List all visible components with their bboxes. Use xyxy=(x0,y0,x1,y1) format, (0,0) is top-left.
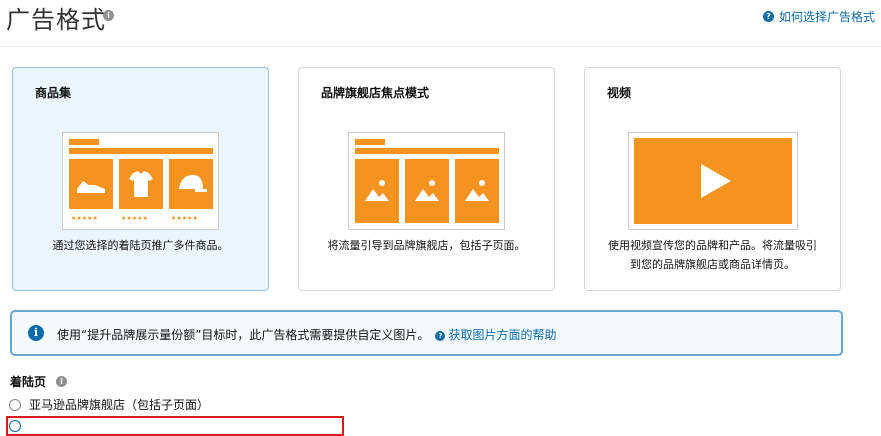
play-icon xyxy=(634,138,792,224)
help-link-text: 如何选择广告格式 xyxy=(778,10,875,24)
rating-stars: ★★★★★ xyxy=(121,215,148,222)
custom-image-notice: i 使用“提升品牌展示量份额”目标时，此广告格式需要提供自定义图片。? 获取图片方… xyxy=(10,310,843,356)
image-help-link[interactable]: 获取图片方面的帮助 xyxy=(448,328,556,342)
page-header: 广告格式 i ? 如何选择广告格式 xyxy=(0,0,881,47)
radio-button[interactable] xyxy=(9,420,21,432)
shirt-icon xyxy=(119,159,163,209)
format-card-description: 通过您选择的着陆页推广多件商品。 xyxy=(52,239,229,252)
format-card-video[interactable]: 视频 使用视频宣传您的品牌和产品。将流量吸引 到您的品牌旗舰店或商品详情页。 xyxy=(584,67,841,291)
rating-stars: ★★★★★ xyxy=(71,215,98,222)
radio-button[interactable] xyxy=(9,398,21,411)
format-card-product-collection[interactable]: 商品集 ★★★★★ ★★★★★ ★★★★★ 通过您选择的着陆页推广多件商品。 xyxy=(12,67,269,291)
page-title: 广告格式 xyxy=(6,6,106,34)
help-icon: ? xyxy=(762,11,774,22)
landing-page-label: 着陆页 xyxy=(10,375,47,389)
image-placeholder-icon xyxy=(355,159,399,223)
format-card-description: 使用视频宣传您的品牌和产品。将流量吸引 到您的品牌旗舰店或商品详情页。 xyxy=(585,236,840,274)
format-card-description: 将流量引导到品牌旗舰店，包括子页面。 xyxy=(327,239,526,252)
product-collection-illustration: ★★★★★ ★★★★★ ★★★★★ xyxy=(62,132,219,230)
notice-text: 使用“提升品牌展示量份额”目标时，此广告格式需要提供自定义图片。 xyxy=(57,328,430,342)
image-placeholder-icon xyxy=(405,159,449,223)
cap-icon xyxy=(169,159,213,209)
store-spotlight-illustration xyxy=(348,132,505,230)
info-icon[interactable]: i xyxy=(56,376,67,387)
info-icon[interactable]: i xyxy=(103,10,114,21)
format-card-title: 视频 xyxy=(607,86,632,100)
description-line: 使用视频宣传您的品牌和产品。将流量吸引 xyxy=(608,239,817,252)
format-card-title: 商品集 xyxy=(35,86,72,100)
how-to-choose-link[interactable]: ? 如何选择广告格式 xyxy=(762,8,875,25)
radio-label: 亚马逊品牌旗舰店（包括子页面） xyxy=(29,398,210,412)
image-placeholder-icon xyxy=(455,159,499,223)
format-card-title: 品牌旗舰店焦点模式 xyxy=(321,86,430,100)
help-icon: ? xyxy=(435,330,446,341)
shoe-icon xyxy=(69,159,113,209)
video-illustration xyxy=(628,132,798,230)
info-icon: i xyxy=(28,325,44,341)
rating-stars: ★★★★★ xyxy=(171,215,198,222)
description-line: 到您的品牌旗舰店或商品详情页。 xyxy=(630,258,795,271)
highlight-box xyxy=(6,416,344,436)
format-card-store-spotlight[interactable]: 品牌旗舰店焦点模式 将流量引导到品牌旗舰店，包括子页面。 xyxy=(298,67,555,291)
landing-option-store[interactable]: 亚马逊品牌旗舰店（包括子页面） xyxy=(9,396,209,413)
